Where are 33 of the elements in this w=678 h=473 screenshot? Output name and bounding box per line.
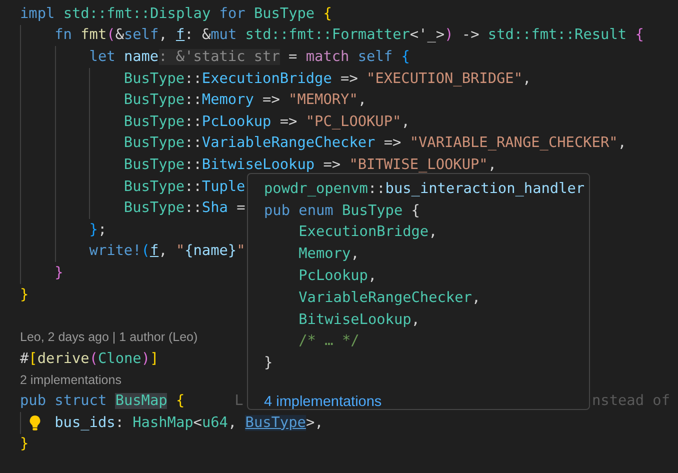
lightbulb-icon[interactable] bbox=[28, 415, 41, 432]
code-line: let name: &'static str = match self { bbox=[89, 48, 410, 65]
code-line: BusType::BitwiseLookup => "BITWISE_LOOKUP", bbox=[124, 156, 496, 173]
code-line: } bbox=[20, 286, 29, 303]
code-line: BusType::Memory => "MEMORY", bbox=[124, 92, 367, 108]
code-line: BusType::ExecutionBridge => "EXECUTION_BRIDGE", bbox=[124, 70, 532, 87]
implementations-link[interactable]: 4 implementations bbox=[264, 394, 382, 410]
codelens-text[interactable]: 2 implementations bbox=[20, 373, 122, 387]
code-line: ExecutionBridge, bbox=[298, 224, 438, 240]
code-line: Memory, bbox=[298, 246, 360, 262]
codelens-text[interactable]: Leo, 2 days ago | 1 author (Leo) bbox=[20, 330, 198, 344]
blame-annotation: nstead of bbox=[592, 393, 671, 410]
code-line: BitwiseLookup, bbox=[298, 312, 420, 328]
code-line: pub struct BusMap { bbox=[20, 393, 185, 410]
code-line: BusType::PcLookup => "PC_LOOKUP", bbox=[124, 114, 410, 130]
code-line: } bbox=[20, 436, 29, 452]
code-line: fn fmt(&self, f: &mut std::fmt::Formatter<'_>) -> std::fmt::Result { bbox=[54, 27, 644, 44]
code-line: } bbox=[54, 264, 64, 281]
code-line: #[derive(Clone)] bbox=[20, 350, 159, 367]
code-line: pub enum BusType { bbox=[264, 202, 420, 219]
blame-annotation: L bbox=[234, 393, 244, 410]
code-line: bus_ids: HashMap<u64, BusType>, bbox=[54, 414, 324, 431]
code-line: PcLookup, bbox=[298, 268, 377, 284]
code-line: write!(f, "{name}" bbox=[89, 243, 246, 260]
code-line: powdr_openvm::bus_interaction_handler bbox=[264, 180, 585, 197]
code-line: }; bbox=[89, 222, 107, 238]
code-line: BusType::Sha = bbox=[124, 200, 246, 216]
code-line: VariableRangeChecker, bbox=[298, 290, 481, 306]
code-line: } bbox=[264, 355, 273, 372]
code-line: impl std::fmt::Display for BusType { bbox=[20, 6, 332, 22]
code-line: /* … */ bbox=[298, 333, 360, 350]
code-line: BusType::Tuple bbox=[124, 178, 246, 195]
code-line: BusType::VariableRangeChecker => "VARIABLE_RANGE_CHECKER", bbox=[124, 135, 626, 152]
